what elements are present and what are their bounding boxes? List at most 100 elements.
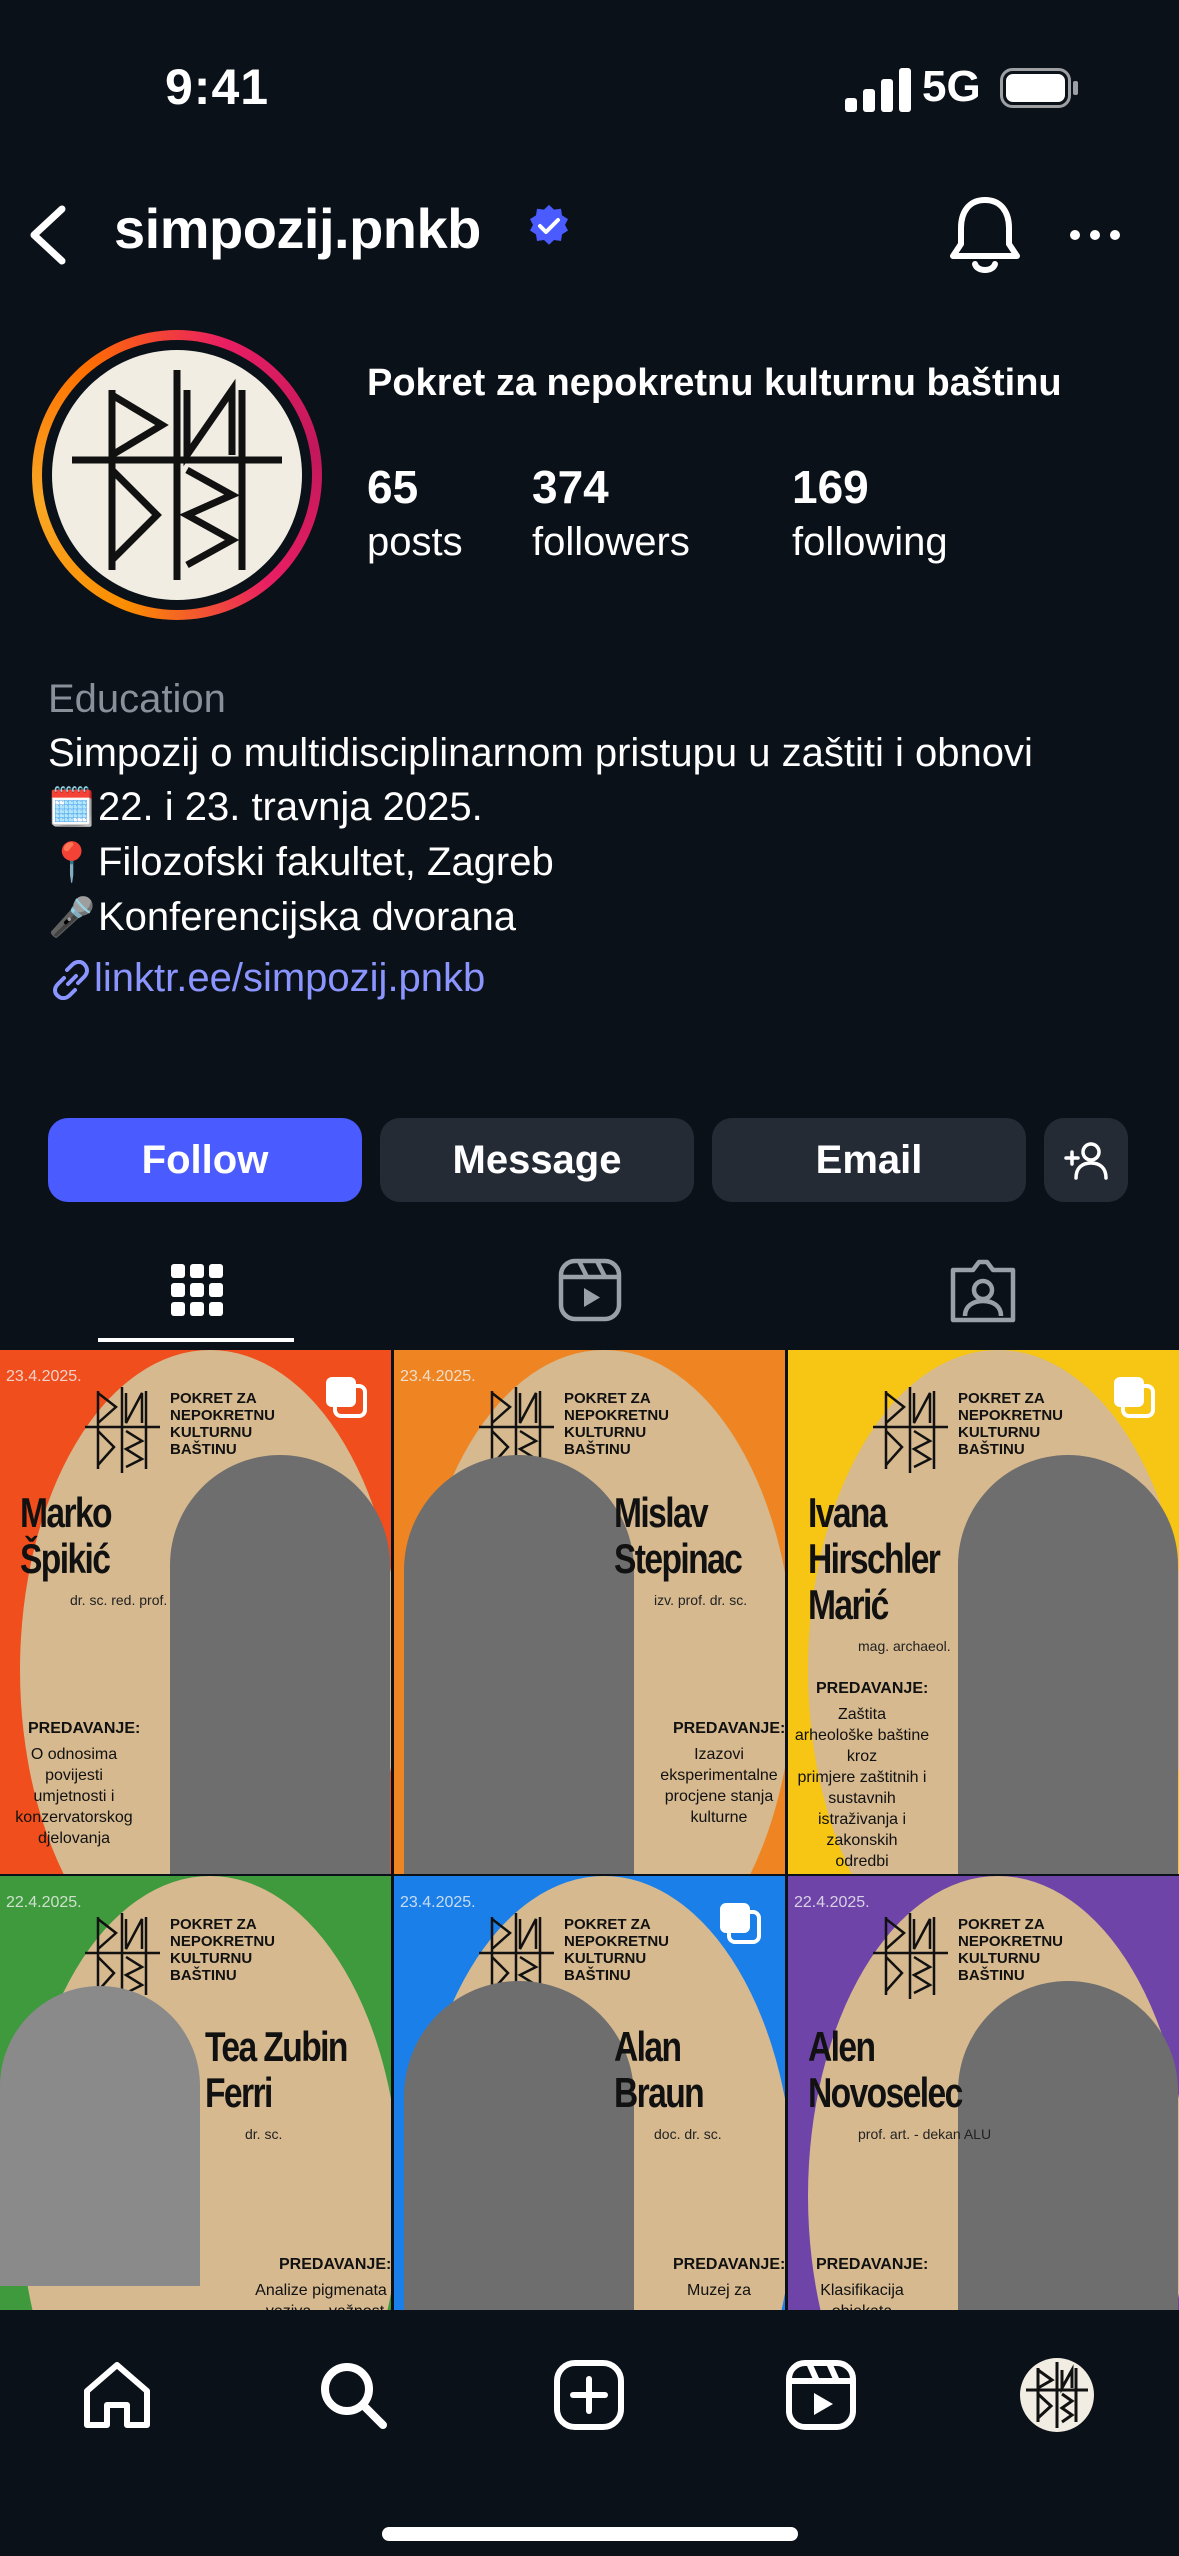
- speaker-photo: [958, 1455, 1178, 1874]
- reels-icon: [558, 1258, 621, 1322]
- username: simpozij.pnkb: [114, 197, 481, 260]
- grid-icon: [170, 1264, 223, 1316]
- lecture-title: Izazovi eksperimentalne procjene stanja kul…: [660, 1746, 778, 1826]
- speaker-name: Alan Braun: [614, 2023, 705, 2116]
- lecture-heading: PREDAVANJE:: [673, 2256, 785, 2273]
- link-icon: [53, 960, 89, 1001]
- tagged-icon: [950, 1259, 1015, 1323]
- follow-button[interactable]: Follow: [48, 1118, 362, 1202]
- status-bar: 9:41 5G: [0, 0, 1179, 180]
- battery-icon: [1000, 68, 1078, 108]
- bio-line: 🗓️22. i 23. travnja 2025.: [48, 780, 1158, 835]
- lecture-title: Zaštita arheološke baštine kroz primjere z…: [794, 1706, 930, 1870]
- tab-posts-grid[interactable]: [0, 1230, 393, 1350]
- speaker-title: izv. prof. dr. sc.: [654, 1592, 748, 1608]
- bio-line: 📍Filozofski fakultet, Zagreb: [48, 835, 1158, 890]
- profile-category: Education: [48, 677, 226, 721]
- speaker-name: Alen Novoselec: [808, 2023, 963, 2116]
- stat-following-value: 169: [792, 461, 869, 513]
- home-indicator: [382, 2527, 798, 2541]
- post-thumbnail[interactable]: 22.4.2025. POKRET ZA NEPOKRETNU KULTURNU …: [0, 1876, 391, 2310]
- stat-followers-label: followers: [532, 520, 690, 564]
- profile-avatar[interactable]: [32, 330, 322, 620]
- speaker-photo: [958, 1981, 1178, 2310]
- network-label: 5G: [922, 62, 981, 111]
- nav-search[interactable]: [308, 2350, 398, 2440]
- email-button[interactable]: Email: [712, 1118, 1026, 1202]
- lecture-title: Klasifikacija objekatai razlike u pristu…: [820, 2282, 904, 2310]
- back-arrow-icon[interactable]: [20, 195, 80, 275]
- post-logo-text: POKRET ZA NEPOKRETNU KULTURNU BAŠTINU: [170, 1390, 276, 1458]
- carousel-icon: [326, 1377, 367, 1418]
- lecture-title: Analize pigmenata iveziva – važnost: [255, 2282, 391, 2310]
- bio-line: 🎤Konferencijska dvorana: [48, 890, 1158, 945]
- post-date: 22.4.2025.: [6, 1894, 82, 1911]
- speaker-name: Ivana Hirschler Marić: [808, 1489, 941, 1628]
- stat-posts-label: posts: [367, 520, 463, 564]
- post-date: 23.4.2025.: [400, 1894, 476, 1911]
- post-thumbnail[interactable]: POKRET ZA NEPOKRETNU KULTURNU BAŠTINU Iva…: [788, 1350, 1179, 1874]
- message-button[interactable]: Message: [380, 1118, 694, 1202]
- lecture-heading: PREDAVANJE:: [279, 2256, 391, 2273]
- stat-followers-value: 374: [532, 461, 609, 513]
- tab-tagged[interactable]: [786, 1230, 1179, 1350]
- lecture-heading: PREDAVANJE:: [816, 2256, 929, 2273]
- post-logo-text: POKRET ZA NEPOKRETNU KULTURNU BAŠTINU: [564, 1916, 670, 1984]
- suggested-people-button[interactable]: [1044, 1118, 1128, 1202]
- speaker-title: doc. dr. sc.: [654, 2126, 722, 2142]
- speaker-photo: [404, 1981, 634, 2310]
- post-thumbnail[interactable]: 23.4.2025. POKRET ZA NEPOKRETNU KULTURNU …: [394, 1876, 785, 2310]
- lecture-title: O odnosima povijesti umjetnosti i konzerva…: [15, 1746, 133, 1847]
- lecture-title: Muzej za: [686, 2282, 752, 2299]
- speaker-title: dr. sc.: [245, 2126, 283, 2142]
- nav-home[interactable]: [72, 2350, 162, 2440]
- speaker-photo: [170, 1455, 390, 1874]
- stat-following[interactable]: 169 following: [792, 460, 948, 565]
- nav-profile[interactable]: [1012, 2350, 1102, 2440]
- calendar-icon: 🗓️: [48, 787, 96, 829]
- bio-line: Simpozij o multidisciplinarnom pristupu …: [48, 731, 1033, 775]
- carousel-icon: [720, 1903, 761, 1944]
- profile-avatar-icon: [1020, 2358, 1094, 2432]
- lecture-heading: PREDAVANJE:: [816, 1680, 929, 1697]
- stat-posts[interactable]: 65 posts: [367, 460, 463, 565]
- notifications-bell-icon[interactable]: [945, 192, 1025, 278]
- stat-posts-value: 65: [367, 461, 419, 513]
- speaker-title: dr. sc. red. prof.: [70, 1592, 168, 1608]
- speaker-title: prof. art. - dekan ALU: [858, 2126, 992, 2142]
- nav-reels[interactable]: [776, 2350, 866, 2440]
- lecture-heading: PREDAVANJE:: [28, 1720, 141, 1737]
- carousel-icon: [1114, 1377, 1155, 1418]
- stat-followers[interactable]: 374 followers: [532, 460, 690, 565]
- verified-badge-icon: [530, 204, 568, 245]
- search-icon: [321, 2363, 387, 2429]
- tab-reels[interactable]: [393, 1230, 786, 1350]
- status-time: 9:41: [165, 59, 270, 115]
- microphone-icon: 🎤: [48, 897, 96, 939]
- active-tab-indicator: [98, 1338, 294, 1342]
- post-thumbnail[interactable]: 23.4.2025. POKRET ZA NEPOKRETNU KULTURNU …: [0, 1350, 391, 1874]
- post-logo-text: POKRET ZA NEPOKRETNU KULTURNU BAŠTINU: [958, 1916, 1064, 1984]
- speaker-photo: [404, 1455, 634, 1874]
- speaker-photo: [0, 1986, 200, 2286]
- speaker-name: Mislav Stepinac: [614, 1489, 743, 1582]
- stat-following-label: following: [792, 520, 948, 564]
- post-thumbnail[interactable]: 22.4.2025. POKRET ZA NEPOKRETNU KULTURNU …: [788, 1876, 1179, 2310]
- post-date: 22.4.2025.: [794, 1894, 870, 1911]
- posts-grid: 23.4.2025. POKRET ZA NEPOKRETNU KULTURNU …: [0, 1350, 1179, 2310]
- post-logo-text: POKRET ZA NEPOKRETNU KULTURNU BAŠTINU: [564, 1390, 670, 1458]
- post-thumbnail[interactable]: 23.4.2025. POKRET ZA NEPOKRETNU KULTURNU …: [394, 1350, 785, 1874]
- bio-link[interactable]: linktr.ee/simpozij.pnkb: [48, 951, 1158, 1005]
- profile-header: simpozij.pnkb: [0, 180, 1179, 290]
- add-person-icon: [1064, 1142, 1108, 1180]
- nav-create[interactable]: [544, 2350, 634, 2440]
- reels-nav-icon: [786, 2360, 856, 2430]
- post-date: 23.4.2025.: [6, 1368, 82, 1385]
- lecture-heading: PREDAVANJE:: [673, 1720, 785, 1737]
- speaker-name: Tea Zubin Ferri: [205, 2023, 348, 2116]
- post-logo-text: POKRET ZA NEPOKRETNU KULTURNU BAŠTINU: [958, 1390, 1064, 1458]
- location-pin-icon: 📍: [48, 842, 96, 884]
- more-options-icon[interactable]: [1065, 210, 1125, 260]
- pnkb-logo: [52, 350, 302, 600]
- bottom-navigation: [0, 2310, 1179, 2556]
